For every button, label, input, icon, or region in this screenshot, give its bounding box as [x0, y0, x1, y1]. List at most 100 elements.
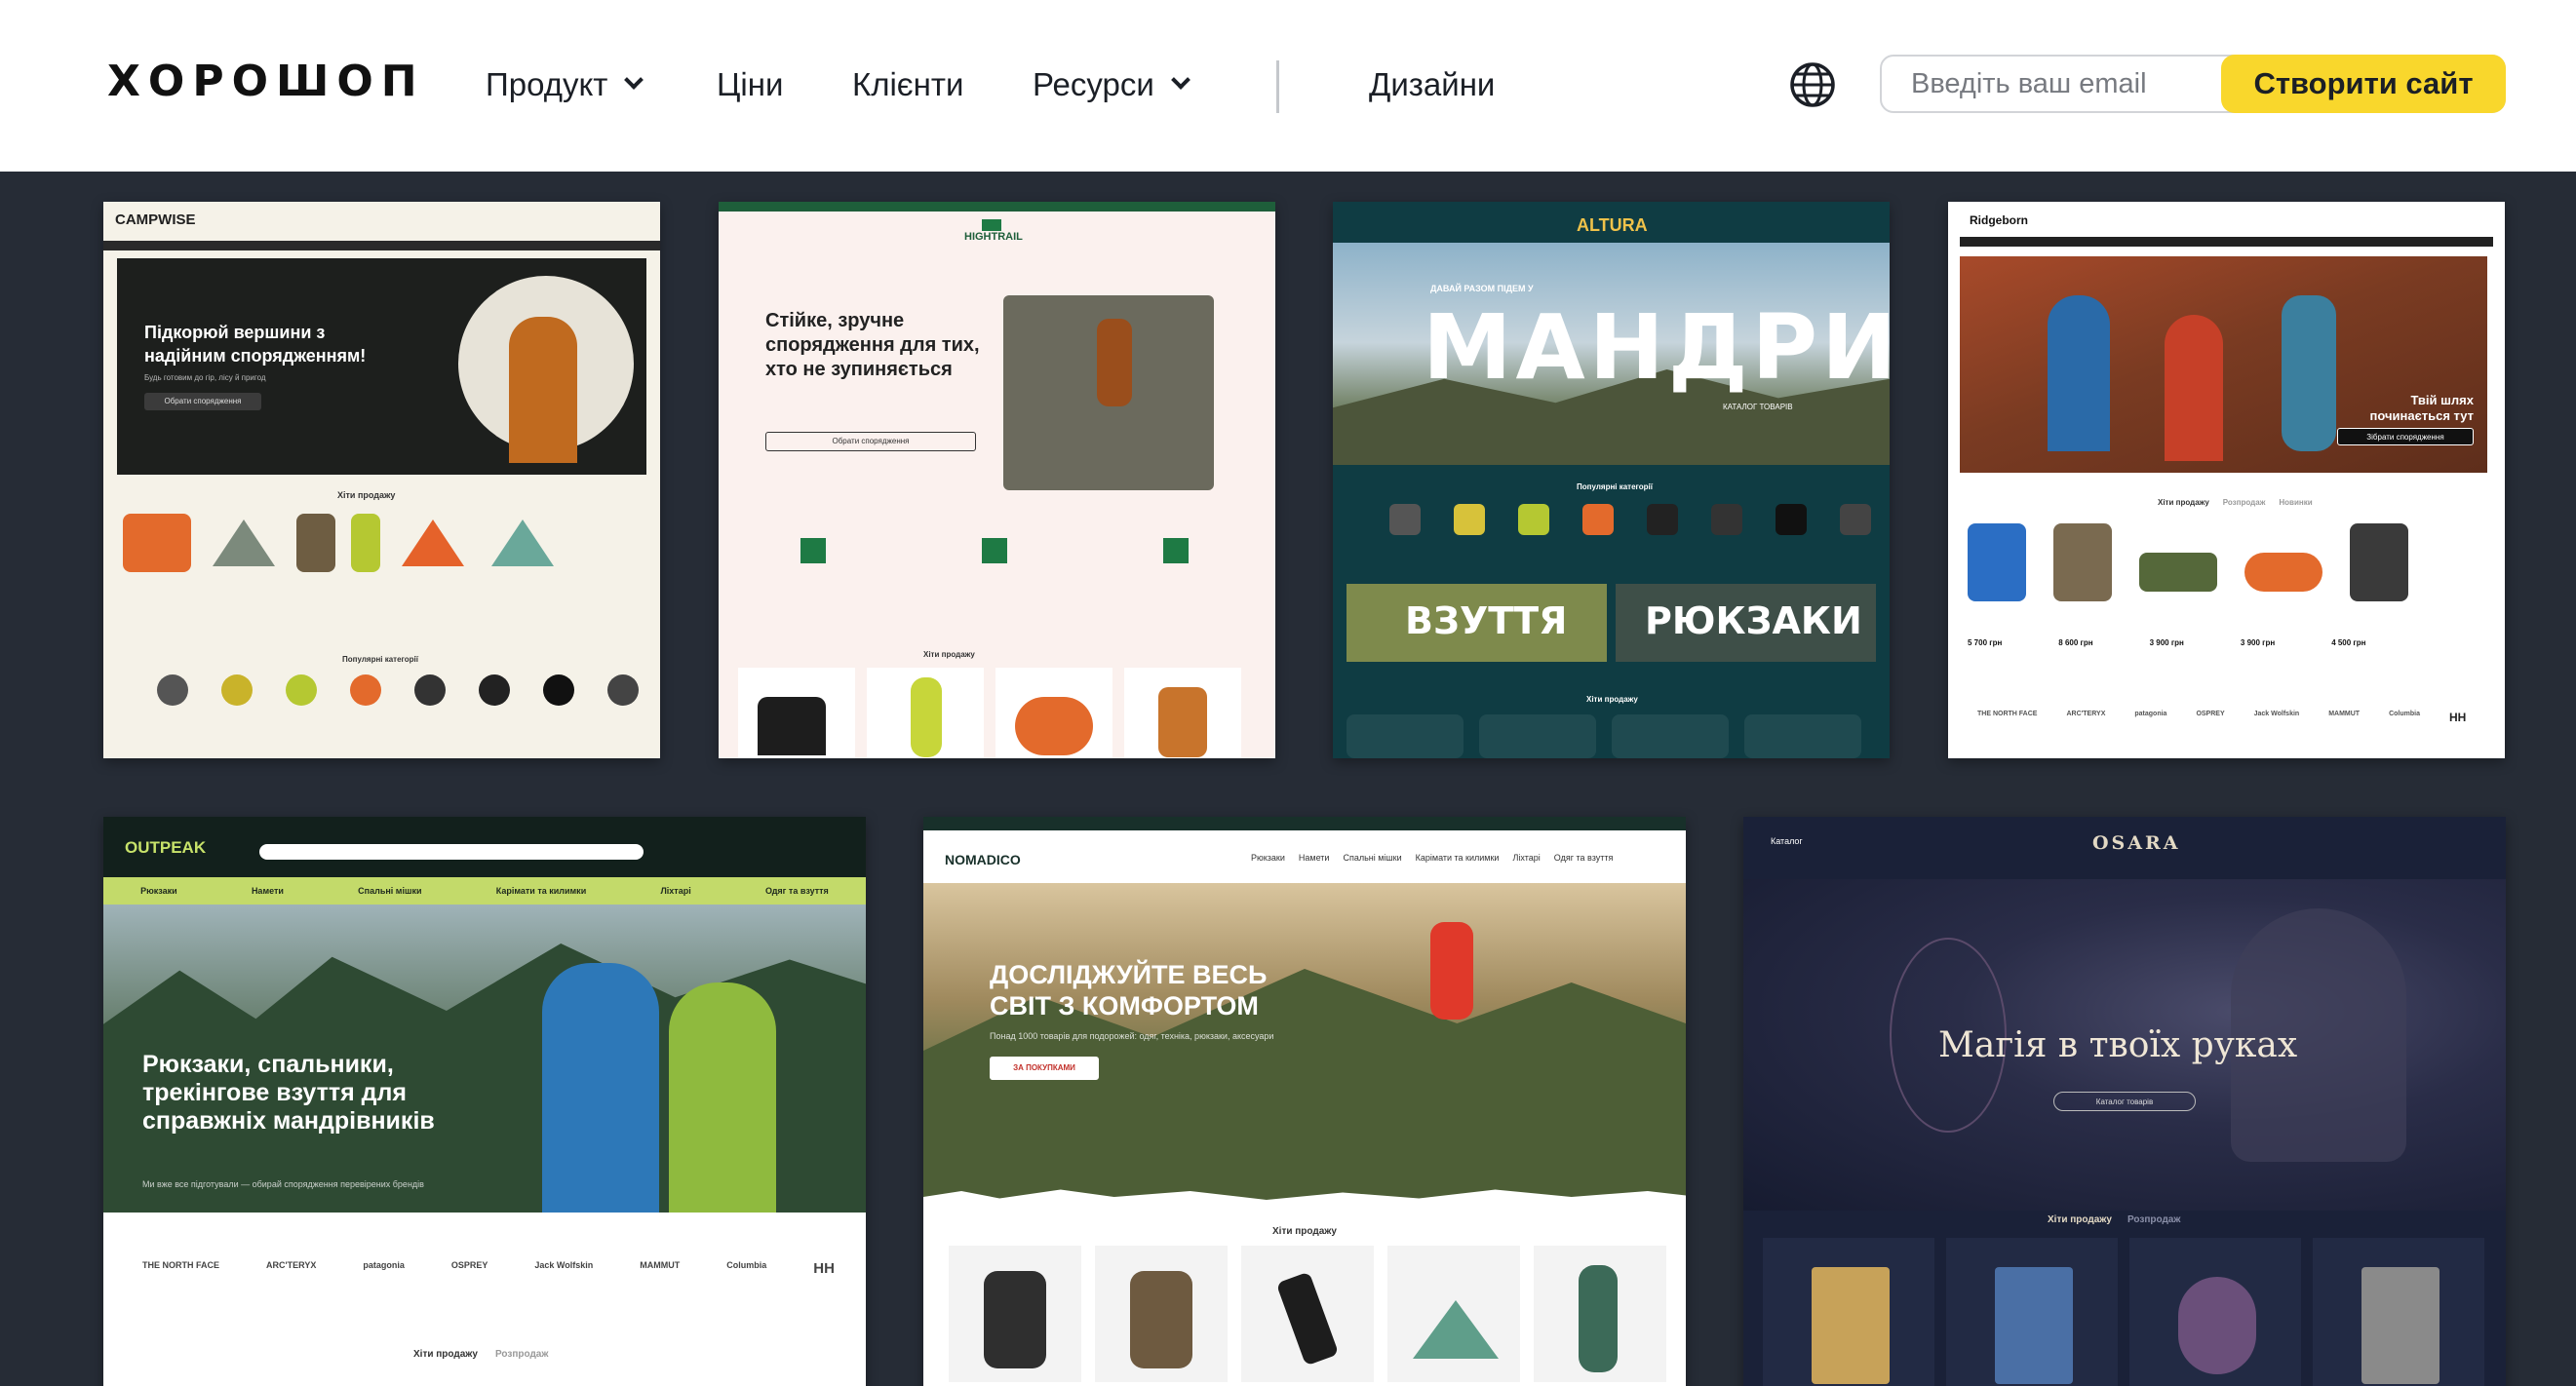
- category-tile-shoes: ВЗУТТЯ: [1347, 584, 1607, 662]
- menu-item: Одяг та взуття: [764, 886, 829, 896]
- template-hero-subtitle: Ми вже все підготували — обирай спорядже…: [142, 1179, 424, 1189]
- category-icon: [479, 674, 510, 706]
- chevron-down-icon: [624, 70, 644, 90]
- template-hero-title: МАНДРИ: [1423, 295, 1890, 400]
- template-section-title: Хіти продажу: [337, 490, 396, 500]
- hero-person: [1097, 319, 1132, 406]
- template-hero-title: Твій шлях починається тут: [2369, 393, 2474, 423]
- template-card-osara[interactable]: Каталог OSARA Магія в твоїх руках Катало…: [1743, 817, 2506, 1386]
- nav-resources-label: Ресурси: [1033, 66, 1154, 102]
- template-hero-subtitle: Понад 1000 товарів для подорожей: одяг, …: [990, 1031, 1274, 1041]
- product-card: [1534, 1246, 1666, 1382]
- brand-logo: MAMMUT: [2328, 711, 2361, 717]
- category-icon: [1711, 504, 1742, 535]
- product-thumb: [1130, 1271, 1192, 1368]
- template-brand: ALTURA: [1577, 215, 1648, 235]
- template-card-outpeak[interactable]: OUTPEAK Рюкзаки Намети Спальні мішки Кар…: [103, 817, 866, 1386]
- template-section-title: Популярні категорії: [342, 655, 419, 664]
- section-tab: Розпродаж: [2222, 498, 2266, 507]
- template-hero-button: Обрати спорядження: [144, 393, 261, 410]
- menu-item: Ліхтарі: [660, 886, 691, 896]
- signup-form: Створити сайт: [1880, 55, 2506, 113]
- template-brand: CAMPWISE: [115, 212, 196, 228]
- product-price: 8 600 грн: [2058, 638, 2093, 647]
- template-hero-subtitle: Будь готовим до гір, лісу й пригод: [144, 373, 266, 382]
- nav-designs[interactable]: Дизайни: [1369, 66, 1495, 103]
- create-site-button[interactable]: Створити сайт: [2221, 55, 2506, 113]
- logo[interactable]: ХОРОШОП: [107, 57, 425, 106]
- template-hero: Підкорюй вершини з надійним спорядженням…: [117, 258, 646, 475]
- brand-logo: ARC'TERYX: [2066, 711, 2106, 717]
- template-category-row: [1389, 504, 1871, 535]
- template-topbar: [923, 817, 1686, 830]
- template-section-tabs: Хіти продажу Розпродаж: [2048, 1214, 2180, 1225]
- product-thumb: [296, 514, 335, 572]
- product-thumb: [402, 520, 464, 566]
- category-icon: [1647, 504, 1678, 535]
- template-topbar: CAMPWISE: [103, 202, 660, 241]
- email-input[interactable]: [1911, 68, 2243, 100]
- template-brand: HIGHTRAIL: [964, 231, 1023, 243]
- brand-logo: HH: [813, 1260, 835, 1277]
- section-tab: Новинки: [2279, 498, 2313, 507]
- product-card: [995, 668, 1112, 758]
- hero-person: [2282, 295, 2336, 451]
- menu-item: Карімати та килимки: [1415, 853, 1500, 863]
- template-category-row: [157, 674, 639, 706]
- product-thumb: [213, 520, 275, 566]
- brand-logos-row: THE NORTH FACE ARC'TERYX patagonia OSPRE…: [142, 1260, 835, 1277]
- template-hero-button: ЗА ПОКУПКАМИ: [990, 1057, 1099, 1080]
- brand-logo: MAMMUT: [640, 1260, 681, 1270]
- product-thumb: [1812, 1267, 1890, 1384]
- product-thumb: [491, 520, 554, 566]
- category-icon: [1518, 504, 1549, 535]
- product-card: [867, 668, 984, 758]
- template-product-row: [738, 668, 1256, 758]
- category-icon: [1840, 504, 1871, 535]
- menu-item: Намети: [1298, 853, 1330, 863]
- category-icon: [350, 674, 381, 706]
- hero-person: [509, 317, 577, 463]
- menu-item: Намети: [251, 886, 284, 896]
- nav-product[interactable]: Продукт: [486, 66, 644, 103]
- template-menu-bar: [103, 241, 660, 250]
- category-icon: [1389, 504, 1421, 535]
- product-card: [2129, 1238, 2301, 1386]
- template-card-altura[interactable]: ALTURA ДАВАЙ РАЗОМ ПІДЕМ У МАНДРИ КАТАЛО…: [1333, 202, 1890, 758]
- section-tab: Хіти продажу: [2158, 498, 2209, 507]
- template-hero-title: ДОСЛІДЖУЙТЕ ВЕСЬ СВІТ З КОМФОРТОМ: [990, 960, 1268, 1020]
- globe-icon[interactable]: [1788, 60, 1837, 109]
- template-card-nomadico[interactable]: NOMADICO Рюкзаки Намети Спальні мішки Ка…: [923, 817, 1686, 1386]
- hero-person: [2165, 315, 2223, 461]
- nav-prices[interactable]: Ціни: [717, 66, 783, 103]
- nav-resources[interactable]: Ресурси: [1033, 66, 1190, 103]
- product-thumb: [2244, 553, 2322, 592]
- template-brand: OSARA: [2092, 832, 2181, 854]
- product-thumb: [984, 1271, 1046, 1368]
- template-card-campwise[interactable]: CAMPWISE Підкорюй вершини з надійним спо…: [103, 202, 660, 758]
- feature-icon: [1163, 538, 1189, 563]
- template-hero: Магія в твоїх руках Каталог товарів: [1743, 879, 2506, 1211]
- template-hero: ДОСЛІДЖУЙТЕ ВЕСЬ СВІТ З КОМФОРТОМ Понад …: [923, 883, 1686, 1214]
- product-thumb: [1413, 1300, 1499, 1359]
- brand-logo: ARC'TERYX: [266, 1260, 317, 1270]
- template-card-ridgeborn[interactable]: Ridgeborn Твій шлях починається тут Зібр…: [1948, 202, 2505, 758]
- product-thumb: [2053, 523, 2112, 601]
- product-card: [1095, 1246, 1228, 1382]
- menu-item: Рюкзаки: [140, 886, 177, 896]
- template-hero-button: Обрати спорядження: [765, 432, 976, 451]
- category-icon: [221, 674, 253, 706]
- template-topbar: [719, 202, 1275, 212]
- nav-clients[interactable]: Клієнти: [852, 66, 963, 103]
- template-catalog-link: Каталог: [1771, 836, 1803, 846]
- section-tab: Розпродаж: [494, 1349, 549, 1360]
- hero-person: [542, 963, 659, 1213]
- product-price: 3 900 грн: [2240, 638, 2276, 647]
- template-card-hightrail[interactable]: HIGHTRAIL Стійке, зручне спорядження для…: [719, 202, 1275, 758]
- template-menu-bar: Рюкзаки Намети Спальні мішки Карімати та…: [103, 877, 866, 905]
- brand-logos-row: THE NORTH FACE ARC'TERYX patagonia OSPRE…: [1977, 711, 2466, 724]
- menu-item: Спальні мішки: [1343, 853, 1402, 863]
- category-icon: [1582, 504, 1614, 535]
- nav-product-label: Продукт: [486, 66, 608, 102]
- template-section-title: Хіти продажу: [923, 650, 975, 659]
